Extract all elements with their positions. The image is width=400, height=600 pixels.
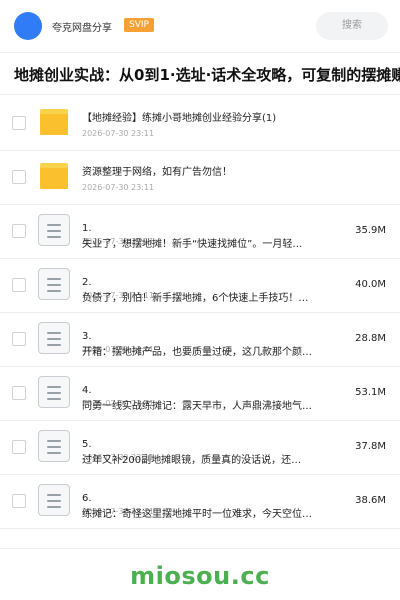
file-number: 4. <box>82 385 92 396</box>
file-size: 38.6M <box>355 495 386 506</box>
page-title: 地摊创业实战：从0到1·选址·话术全攻略，可复制的摆摊赚钱模式 <box>14 66 400 84</box>
document-icon <box>38 484 70 516</box>
search-button[interactable]: 搜索 <box>316 12 388 40</box>
row-checkbox[interactable] <box>12 332 26 346</box>
document-icon <box>38 268 70 300</box>
row-checkbox[interactable] <box>12 170 26 184</box>
row-checkbox[interactable] <box>12 116 26 130</box>
file-size: 35.9M <box>355 225 386 236</box>
file-size: 40.0M <box>355 279 386 290</box>
file-name: 开箱：摆地摊产品，也要质量过硬，这几款那个颜… <box>82 347 312 358</box>
title-divider <box>0 94 400 95</box>
folder-icon <box>40 109 68 135</box>
document-icon <box>38 322 70 354</box>
row-checkbox[interactable] <box>12 386 26 400</box>
folder-date: 2026-07-30 23:11 <box>82 129 155 138</box>
file-size: 37.8M <box>355 441 386 452</box>
file-row[interactable]: 6. 2026-07-30 23:11 练摊记：奇怪这里摆地摊平时一位难求，今天… <box>0 474 400 528</box>
site-logo: miosou.cc <box>130 562 270 590</box>
file-row[interactable]: 1. 2026-07-30 23:11 失业了，想摆地摊！新手“快速找摊位”。一… <box>0 204 400 258</box>
file-number: 6. <box>82 493 92 504</box>
footer-divider <box>0 548 400 549</box>
row-checkbox[interactable] <box>12 494 26 508</box>
file-size: 53.1M <box>355 387 386 398</box>
file-number: 3. <box>82 331 92 342</box>
file-row[interactable]: 5. 2026-07-30 23:11 过年又补200副地摊眼镜，质量真的没话说… <box>0 420 400 474</box>
username: 夸克网盘分享 <box>52 23 112 34</box>
file-name: 同勇一线实战练摊记：露天早市，人声鼎沸接地气… <box>82 401 312 412</box>
file-row[interactable]: 2. 2026-07-30 23:11 负债了，别怕！新手摆地摊，6个快速上手技… <box>0 258 400 312</box>
row-checkbox[interactable] <box>12 440 26 454</box>
row-checkbox[interactable] <box>12 224 26 238</box>
file-name: 练摊记：奇怪这里摆地摊平时一位难求，今天空位… <box>82 509 312 520</box>
file-name: 失业了，想摆地摊！新手“快速找摊位”。一月轻… <box>82 239 303 250</box>
folder-row[interactable]: 【地摊经验】练摊小哥地摊创业经验分享(1) 2026-07-30 23:11 <box>0 96 400 150</box>
folder-name: 【地摊经验】练摊小哥地摊创业经验分享(1) <box>82 113 277 124</box>
folder-name: 资源整理于网络，如有广告勿信！ <box>82 167 232 178</box>
document-icon <box>38 214 70 246</box>
folder-icon <box>40 163 68 189</box>
header-divider <box>0 52 400 53</box>
svip-badge: SVIP <box>124 18 154 32</box>
folder-date: 2026-07-30 23:11 <box>82 183 155 192</box>
file-number: 1. <box>82 223 92 234</box>
document-icon <box>38 430 70 462</box>
file-number: 5. <box>82 439 92 450</box>
header-bar: 夸克网盘分享 SVIP 搜索 <box>0 0 400 52</box>
row-divider <box>0 528 400 529</box>
file-size: 28.8M <box>355 333 386 344</box>
file-row[interactable]: 3. 2026-07-30 23:11 开箱：摆地摊产品，也要质量过硬，这几款那… <box>0 312 400 366</box>
document-icon <box>38 376 70 408</box>
avatar[interactable] <box>14 12 42 40</box>
folder-row[interactable]: 资源整理于网络，如有广告勿信！ 2026-07-30 23:11 <box>0 150 400 204</box>
row-checkbox[interactable] <box>12 278 26 292</box>
file-name: 负债了，别怕！新手摆地摊，6个快速上手技巧！… <box>82 293 309 304</box>
file-number: 2. <box>82 277 92 288</box>
file-row[interactable]: 4. 2026-07-30 23:11 同勇一线实战练摊记：露天早市，人声鼎沸接… <box>0 366 400 420</box>
file-name: 过年又补200副地摊眼镜，质量真的没话说，还… <box>82 455 302 466</box>
